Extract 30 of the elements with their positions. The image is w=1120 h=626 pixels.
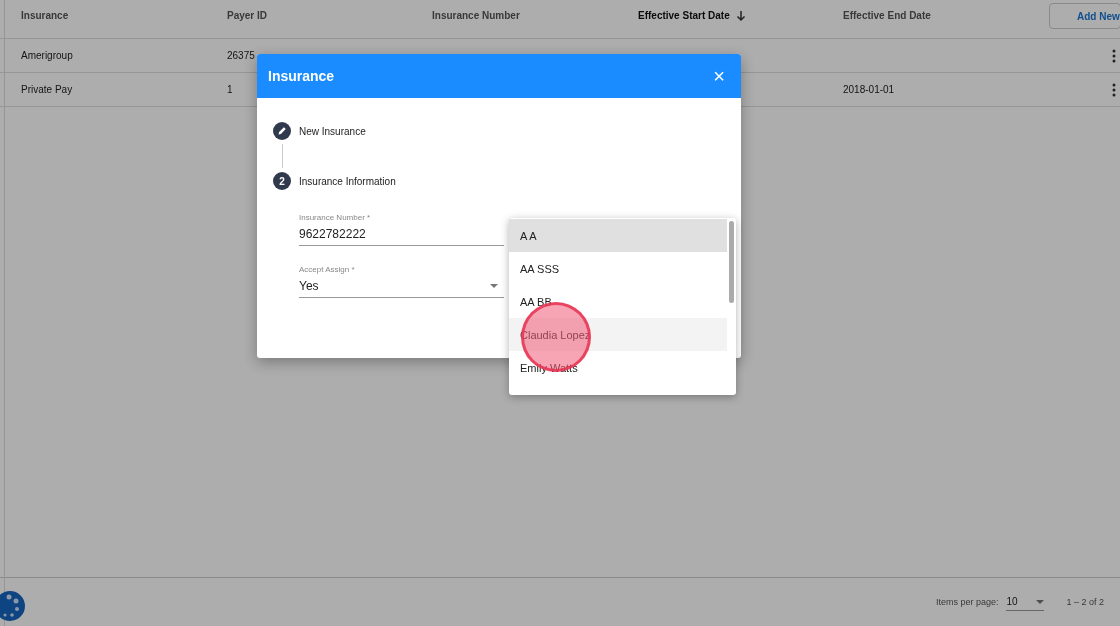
- page-size-select[interactable]: 10: [1006, 593, 1045, 611]
- dropdown-arrow-icon: [1036, 599, 1045, 604]
- sort-arrow-icon: [735, 10, 746, 22]
- more-options-icon[interactable]: [1112, 48, 1116, 63]
- dropdown-option[interactable]: AA SSS: [509, 252, 727, 285]
- table-cell: 1: [227, 84, 233, 95]
- column-header[interactable]: Insurance: [21, 10, 69, 21]
- pencil-icon: [273, 122, 291, 140]
- form-field[interactable]: Insurance Number * 9622782222: [299, 206, 504, 246]
- table-cell: Private Pay: [21, 84, 73, 95]
- column-header[interactable]: Insurance Number: [432, 10, 520, 21]
- dialog-title: Insurance: [268, 68, 335, 84]
- items-per-page-label: Items per page:: [935, 597, 999, 607]
- step-label[interactable]: New Insurance: [299, 125, 366, 137]
- dropdown-arrow-icon: [490, 284, 498, 288]
- dropdown-option[interactable]: Emily Watts: [509, 351, 727, 384]
- dropdown-option[interactable]: A A: [509, 219, 727, 252]
- column-header[interactable]: Payer ID: [227, 10, 268, 21]
- step-number: 2: [273, 172, 291, 190]
- column-header[interactable]: Effective End Date: [843, 10, 931, 21]
- form-field[interactable]: Accept Assign * Yes: [299, 258, 504, 298]
- table-cell: Amerigroup: [21, 50, 73, 61]
- dropdown-option[interactable]: AA BB: [509, 285, 727, 318]
- table-cell: 2018-01-01: [843, 84, 895, 95]
- page-range: 1 – 2 of 2: [1066, 597, 1104, 607]
- table-cell: 26375: [227, 50, 255, 61]
- column-header[interactable]: Effective Start Date: [638, 10, 730, 21]
- more-options-icon[interactable]: [1112, 82, 1116, 97]
- add-new-button[interactable]: Add New: [1049, 3, 1120, 29]
- step-label[interactable]: Insurance Information: [299, 175, 396, 187]
